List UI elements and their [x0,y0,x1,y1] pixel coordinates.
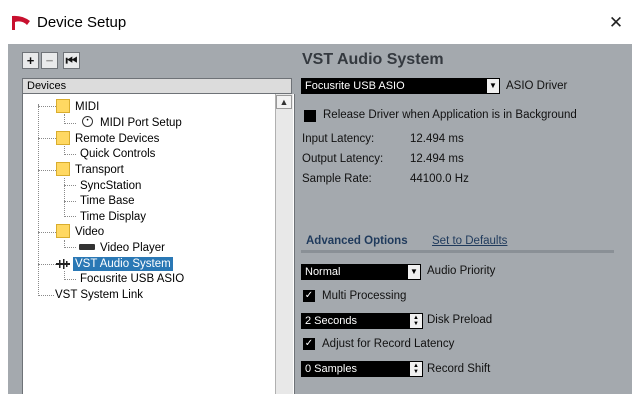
video-player-icon [79,244,95,250]
output-latency-label: Output Latency: [302,153,384,165]
tree-guide-line [38,138,56,139]
audio-priority-label: Audio Priority [427,265,496,277]
tree-scrollbar[interactable] [275,94,293,394]
release-driver-label: Release Driver when Application is in Ba… [323,109,577,121]
tree-item-time-display[interactable]: Time Display [80,210,146,224]
disk-preload-stepper[interactable]: 2 Seconds ▲ ▼ [301,313,423,329]
tree-item-vst-audio-system[interactable]: VST Audio System [73,257,173,271]
record-shift-value: 0 Samples [305,363,357,375]
tree-item-focusrite-usb-asio[interactable]: Focusrite USB ASIO [80,272,184,286]
window-title: Device Setup [37,14,127,31]
devices-column-header: Devices [22,78,292,94]
tree-item-vst-system-link[interactable]: VST System Link [55,288,143,302]
tree-guide-line [38,170,56,171]
tree-guide-line [64,123,76,124]
output-latency-value: 12.494 ms [410,153,464,165]
release-driver-checkbox[interactable] [304,110,316,122]
tree-guide-line [38,232,56,233]
tree-item-remote-devices[interactable]: Remote Devices [75,132,159,146]
folder-icon [56,224,70,238]
tree-guide-line [38,104,39,296]
asio-driver-select[interactable]: Focusrite USB ASIO ▼ [301,78,500,94]
spin-arrows-icon[interactable]: ▲ ▼ [410,314,422,328]
tree-item-video-player[interactable]: Video Player [100,241,165,255]
tree-guide-line [64,216,76,217]
adjust-record-latency-checkbox[interactable]: ✓ [303,338,315,350]
remove-device-button[interactable]: − [41,52,58,69]
tree-guide-line [64,279,76,280]
record-shift-label: Record Shift [427,363,491,375]
multi-processing-label: Multi Processing [322,290,407,302]
reset-device-button[interactable]: ⏮ [63,52,80,69]
disk-preload-value: 2 Seconds [305,315,357,327]
folder-icon [56,162,70,176]
spin-arrows-icon[interactable]: ▲ ▼ [410,362,422,376]
asio-driver-value: Focusrite USB ASIO [305,80,405,92]
close-button[interactable]: ✕ [600,8,632,38]
folder-icon [56,131,70,145]
midi-port-icon: • [82,116,93,127]
tree-item-midi[interactable]: MIDI [75,100,99,114]
cubase-logo-icon [12,15,30,30]
chevron-down-icon: ▼ [408,265,420,279]
folder-icon [56,99,70,113]
tree-guide-line [64,201,76,202]
adjust-record-latency-label: Adjust for Record Latency [322,338,455,350]
panel-title: VST Audio System [302,51,444,68]
add-device-button[interactable]: + [22,52,39,69]
sample-rate-value: 44100.0 Hz [410,173,469,185]
input-latency-value: 12.494 ms [410,133,464,145]
tree-guide-line [64,178,65,217]
sample-rate-label: Sample Rate: [302,173,372,185]
tree-guide-line [38,295,54,296]
tree-guide-line [64,154,76,155]
advanced-options-heading: Advanced Options [306,235,408,247]
audio-priority-value: Normal [305,266,341,278]
scroll-up-arrow-icon[interactable]: ▲ [276,95,292,109]
tree-item-video[interactable]: Video [75,225,104,239]
input-latency-label: Input Latency: [302,133,375,145]
section-divider [301,250,614,253]
audio-priority-select[interactable]: Normal ▼ [301,264,421,280]
multi-processing-checkbox[interactable]: ✓ [303,290,315,302]
tree-guide-line [38,106,56,107]
asio-driver-label: ASIO Driver [506,80,568,92]
tree-item-quick-controls[interactable]: Quick Controls [80,147,155,161]
tree-item-time-base[interactable]: Time Base [80,194,135,208]
chevron-down-icon: ▼ [487,79,499,93]
tree-guide-line [38,264,56,265]
vst-audio-icon [56,259,70,269]
record-shift-stepper[interactable]: 0 Samples ▲ ▼ [301,361,423,377]
disk-preload-label: Disk Preload [427,314,493,326]
set-to-defaults-link[interactable]: Set to Defaults [432,235,507,247]
tree-guide-line [64,185,76,186]
tree-item-syncstation[interactable]: SyncStation [80,179,141,193]
tree-guide-line [64,247,76,248]
tree-item-midi-port-setup[interactable]: MIDI Port Setup [100,116,182,130]
tree-item-transport[interactable]: Transport [75,163,124,177]
